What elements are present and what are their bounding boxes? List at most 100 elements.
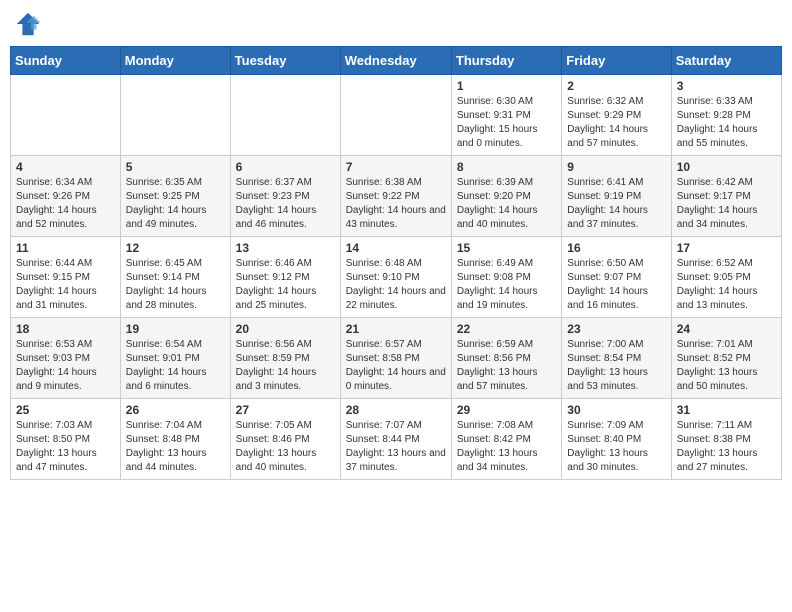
calendar-cell: 12 Sunrise: 6:45 AM Sunset: 9:14 PM Dayli… bbox=[120, 237, 230, 318]
calendar-cell: 19 Sunrise: 6:54 AM Sunset: 9:01 PM Dayli… bbox=[120, 318, 230, 399]
day-of-week-friday: Friday bbox=[562, 47, 671, 75]
day-of-week-thursday: Thursday bbox=[451, 47, 561, 75]
calendar-cell: 17 Sunrise: 6:52 AM Sunset: 9:05 PM Dayli… bbox=[671, 237, 781, 318]
day-number: 21 bbox=[346, 322, 446, 336]
day-number: 31 bbox=[677, 403, 776, 417]
calendar-cell: 25 Sunrise: 7:03 AM Sunset: 8:50 PM Dayli… bbox=[11, 399, 121, 480]
calendar-header: SundayMondayTuesdayWednesdayThursdayFrid… bbox=[11, 47, 782, 75]
calendar-cell: 2 Sunrise: 6:32 AM Sunset: 9:29 PM Daylig… bbox=[562, 75, 671, 156]
day-number: 23 bbox=[567, 322, 665, 336]
day-info: Sunrise: 7:09 AM Sunset: 8:40 PM Dayligh… bbox=[567, 419, 665, 475]
day-info: Sunrise: 6:59 AM Sunset: 8:56 PM Dayligh… bbox=[457, 338, 556, 394]
day-info: Sunrise: 6:33 AM Sunset: 9:28 PM Dayligh… bbox=[677, 95, 776, 151]
day-info: Sunrise: 6:56 AM Sunset: 8:59 PM Dayligh… bbox=[236, 338, 335, 394]
day-info: Sunrise: 7:08 AM Sunset: 8:42 PM Dayligh… bbox=[457, 419, 556, 475]
day-info: Sunrise: 6:49 AM Sunset: 9:08 PM Dayligh… bbox=[457, 257, 556, 313]
calendar-cell: 27Sunrise: 7:05 AM Sunset: 8:46 PM Dayli… bbox=[230, 399, 340, 480]
day-number: 1 bbox=[457, 79, 556, 93]
calendar-cell: 8 Sunrise: 6:39 AM Sunset: 9:20 PM Daylig… bbox=[451, 156, 561, 237]
day-of-week-sunday: Sunday bbox=[11, 47, 121, 75]
day-number: 24 bbox=[677, 322, 776, 336]
calendar-cell: 21 Sunrise: 6:57 AM Sunset: 8:58 PM Dayli… bbox=[340, 318, 451, 399]
calendar-cell bbox=[230, 75, 340, 156]
day-number: 6 bbox=[236, 160, 335, 174]
day-number: 11 bbox=[16, 241, 115, 255]
calendar-cell: 4Sunrise: 6:34 AM Sunset: 9:26 PM Daylig… bbox=[11, 156, 121, 237]
logo bbox=[14, 10, 46, 38]
calendar-cell: 24Sunrise: 7:01 AM Sunset: 8:52 PM Dayli… bbox=[671, 318, 781, 399]
day-of-week-saturday: Saturday bbox=[671, 47, 781, 75]
calendar-cell: 14 Sunrise: 6:48 AM Sunset: 9:10 PM Dayli… bbox=[340, 237, 451, 318]
day-number: 14 bbox=[346, 241, 446, 255]
day-info: Sunrise: 6:48 AM Sunset: 9:10 PM Dayligh… bbox=[346, 257, 446, 313]
calendar-cell: 5Sunrise: 6:35 AM Sunset: 9:25 PM Daylig… bbox=[120, 156, 230, 237]
day-number: 25 bbox=[16, 403, 115, 417]
calendar-cell: 13Sunrise: 6:46 AM Sunset: 9:12 PM Dayli… bbox=[230, 237, 340, 318]
day-info: Sunrise: 6:37 AM Sunset: 9:23 PM Dayligh… bbox=[236, 176, 335, 232]
day-number: 8 bbox=[457, 160, 556, 174]
day-info: Sunrise: 6:52 AM Sunset: 9:05 PM Dayligh… bbox=[677, 257, 776, 313]
day-number: 9 bbox=[567, 160, 665, 174]
calendar-cell: 7Sunrise: 6:38 AM Sunset: 9:22 PM Daylig… bbox=[340, 156, 451, 237]
day-number: 18 bbox=[16, 322, 115, 336]
day-number: 22 bbox=[457, 322, 556, 336]
day-info: Sunrise: 6:53 AM Sunset: 9:03 PM Dayligh… bbox=[16, 338, 115, 394]
calendar-week-2: 4Sunrise: 6:34 AM Sunset: 9:26 PM Daylig… bbox=[11, 156, 782, 237]
calendar-cell bbox=[11, 75, 121, 156]
day-info: Sunrise: 6:45 AM Sunset: 9:14 PM Dayligh… bbox=[126, 257, 225, 313]
day-info: Sunrise: 6:32 AM Sunset: 9:29 PM Dayligh… bbox=[567, 95, 665, 151]
calendar-cell bbox=[120, 75, 230, 156]
day-info: Sunrise: 7:03 AM Sunset: 8:50 PM Dayligh… bbox=[16, 419, 115, 475]
day-number: 16 bbox=[567, 241, 665, 255]
calendar-table: SundayMondayTuesdayWednesdayThursdayFrid… bbox=[10, 46, 782, 480]
day-info: Sunrise: 6:54 AM Sunset: 9:01 PM Dayligh… bbox=[126, 338, 225, 394]
day-info: Sunrise: 7:11 AM Sunset: 8:38 PM Dayligh… bbox=[677, 419, 776, 475]
day-number: 17 bbox=[677, 241, 776, 255]
day-number: 3 bbox=[677, 79, 776, 93]
days-of-week-row: SundayMondayTuesdayWednesdayThursdayFrid… bbox=[11, 47, 782, 75]
day-number: 27 bbox=[236, 403, 335, 417]
day-number: 20 bbox=[236, 322, 335, 336]
calendar-week-1: 1 Sunrise: 6:30 AM Sunset: 9:31 PM Daylig… bbox=[11, 75, 782, 156]
day-info: Sunrise: 6:35 AM Sunset: 9:25 PM Dayligh… bbox=[126, 176, 225, 232]
day-info: Sunrise: 6:30 AM Sunset: 9:31 PM Dayligh… bbox=[457, 95, 556, 151]
calendar-week-3: 11Sunrise: 6:44 AM Sunset: 9:15 PM Dayli… bbox=[11, 237, 782, 318]
calendar-cell bbox=[340, 75, 451, 156]
day-info: Sunrise: 6:50 AM Sunset: 9:07 PM Dayligh… bbox=[567, 257, 665, 313]
calendar-cell: 26Sunrise: 7:04 AM Sunset: 8:48 PM Dayli… bbox=[120, 399, 230, 480]
day-info: Sunrise: 6:39 AM Sunset: 9:20 PM Dayligh… bbox=[457, 176, 556, 232]
calendar-cell: 15 Sunrise: 6:49 AM Sunset: 9:08 PM Dayli… bbox=[451, 237, 561, 318]
page-header bbox=[10, 10, 782, 38]
calendar-cell: 30Sunrise: 7:09 AM Sunset: 8:40 PM Dayli… bbox=[562, 399, 671, 480]
calendar-cell: 29 Sunrise: 7:08 AM Sunset: 8:42 PM Dayli… bbox=[451, 399, 561, 480]
day-number: 13 bbox=[236, 241, 335, 255]
day-info: Sunrise: 6:57 AM Sunset: 8:58 PM Dayligh… bbox=[346, 338, 446, 394]
day-number: 15 bbox=[457, 241, 556, 255]
calendar-cell: 23 Sunrise: 7:00 AM Sunset: 8:54 PM Dayli… bbox=[562, 318, 671, 399]
calendar-cell: 10 Sunrise: 6:42 AM Sunset: 9:17 PM Dayli… bbox=[671, 156, 781, 237]
calendar-cell: 9 Sunrise: 6:41 AM Sunset: 9:19 PM Daylig… bbox=[562, 156, 671, 237]
calendar-cell: 18 Sunrise: 6:53 AM Sunset: 9:03 PM Dayli… bbox=[11, 318, 121, 399]
calendar-cell: 6 Sunrise: 6:37 AM Sunset: 9:23 PM Daylig… bbox=[230, 156, 340, 237]
day-number: 4 bbox=[16, 160, 115, 174]
day-number: 12 bbox=[126, 241, 225, 255]
day-number: 26 bbox=[126, 403, 225, 417]
day-of-week-tuesday: Tuesday bbox=[230, 47, 340, 75]
calendar-cell: 16 Sunrise: 6:50 AM Sunset: 9:07 PM Dayli… bbox=[562, 237, 671, 318]
day-of-week-monday: Monday bbox=[120, 47, 230, 75]
day-number: 19 bbox=[126, 322, 225, 336]
day-number: 28 bbox=[346, 403, 446, 417]
calendar-body: 1 Sunrise: 6:30 AM Sunset: 9:31 PM Daylig… bbox=[11, 75, 782, 480]
calendar-cell: 11Sunrise: 6:44 AM Sunset: 9:15 PM Dayli… bbox=[11, 237, 121, 318]
day-info: Sunrise: 7:00 AM Sunset: 8:54 PM Dayligh… bbox=[567, 338, 665, 394]
day-number: 7 bbox=[346, 160, 446, 174]
day-info: Sunrise: 6:42 AM Sunset: 9:17 PM Dayligh… bbox=[677, 176, 776, 232]
calendar-cell: 28Sunrise: 7:07 AM Sunset: 8:44 PM Dayli… bbox=[340, 399, 451, 480]
day-number: 10 bbox=[677, 160, 776, 174]
day-number: 2 bbox=[567, 79, 665, 93]
day-number: 29 bbox=[457, 403, 556, 417]
calendar-cell: 3 Sunrise: 6:33 AM Sunset: 9:28 PM Daylig… bbox=[671, 75, 781, 156]
logo-icon bbox=[14, 10, 42, 38]
calendar-week-5: 25 Sunrise: 7:03 AM Sunset: 8:50 PM Dayli… bbox=[11, 399, 782, 480]
day-info: Sunrise: 6:41 AM Sunset: 9:19 PM Dayligh… bbox=[567, 176, 665, 232]
